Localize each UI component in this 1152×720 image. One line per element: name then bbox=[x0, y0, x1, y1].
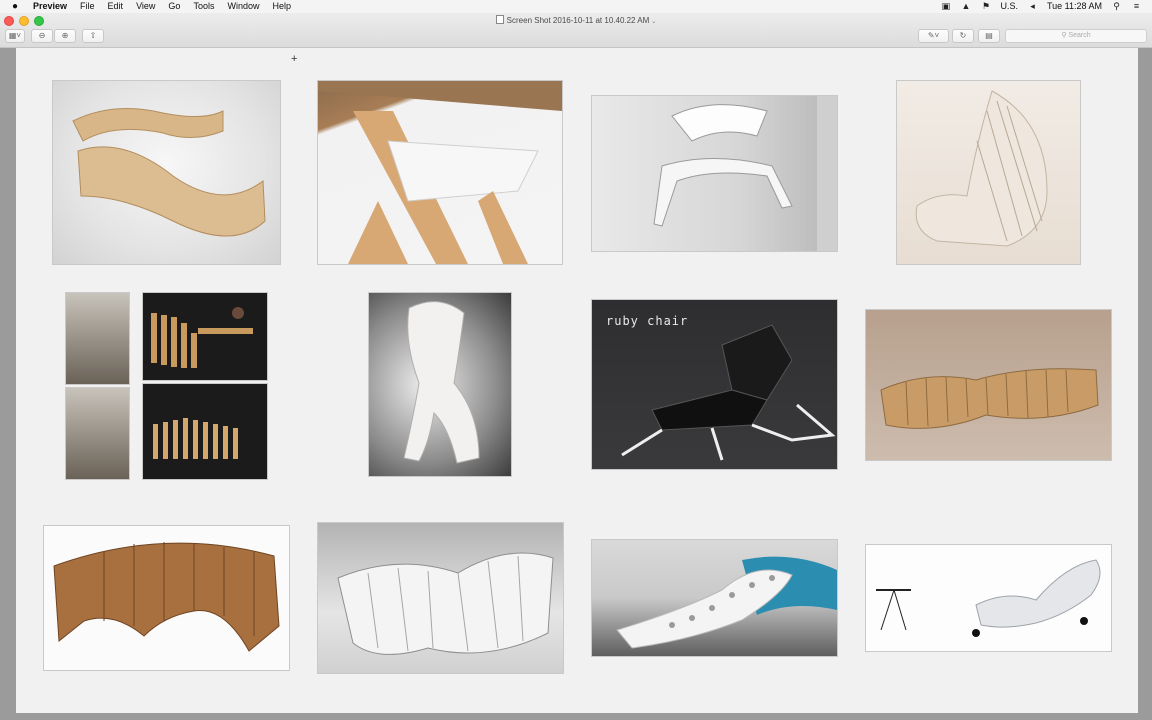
notification-center-icon[interactable]: ≡ bbox=[1131, 1, 1142, 12]
apple-menu-icon[interactable]: ● bbox=[10, 0, 20, 13]
image-bench-street-top[interactable] bbox=[65, 292, 130, 385]
image-wooden-layered-sofa[interactable] bbox=[43, 525, 290, 671]
image-white-lattice-chaise[interactable] bbox=[591, 539, 838, 657]
screen-mirroring-icon[interactable]: ▣ bbox=[940, 1, 951, 12]
white-sofa-drawing bbox=[337, 552, 554, 655]
sculptural-chair-drawing bbox=[403, 301, 480, 464]
white-chair-drawing bbox=[653, 96, 837, 251]
image-bench-unfolded[interactable] bbox=[142, 383, 268, 480]
markup-toolbar-button[interactable]: ▤ bbox=[978, 29, 1000, 43]
zoom-out-button[interactable]: ⊖ bbox=[31, 29, 53, 43]
input-source-label[interactable]: U.S. bbox=[1000, 0, 1018, 13]
bench-desk-drawing bbox=[151, 307, 253, 368]
share-button[interactable]: ⇧ bbox=[82, 29, 104, 43]
image-white-chair[interactable] bbox=[591, 95, 838, 252]
search-input[interactable]: ⚲ Search bbox=[1005, 29, 1147, 43]
image-white-layered-sofa[interactable] bbox=[317, 522, 564, 674]
zoom-out-icon: ⊖ bbox=[38, 31, 46, 40]
sidebar-toggle-button[interactable]: ▦˅ bbox=[5, 29, 25, 43]
document-scroll-area[interactable]: + ruby chair bbox=[0, 48, 1152, 720]
table-joint-drawing bbox=[318, 81, 562, 264]
lounge-chair-drawing bbox=[876, 559, 1101, 637]
desktop: ● Preview File Edit View Go Tools Window… bbox=[0, 0, 1152, 720]
lattice-chaise-drawing bbox=[616, 556, 837, 649]
markup-button[interactable]: ✎˅ bbox=[918, 29, 949, 43]
image-white-sculptural-chair[interactable] bbox=[368, 292, 512, 477]
wooden-sofa-drawing bbox=[53, 542, 280, 652]
sidebar-icon: ▦˅ bbox=[8, 31, 22, 40]
flag-icon[interactable]: ⚑ bbox=[980, 1, 991, 12]
bench-pair-drawing bbox=[72, 108, 266, 237]
menu-edit[interactable]: Edit bbox=[108, 0, 124, 13]
image-bench-street-bottom[interactable] bbox=[65, 387, 130, 480]
title-caret-icon[interactable]: ⌄ bbox=[651, 19, 656, 25]
rotate-icon: ↻ bbox=[959, 31, 967, 40]
clock[interactable]: Tue 11:28 AM bbox=[1047, 0, 1102, 13]
menu-bar: ● Preview File Edit View Go Tools Window… bbox=[0, 0, 1152, 14]
preview-window: Screen Shot 2016-10-11 at 10.40.22 AM ⌄ ▦… bbox=[0, 13, 1152, 720]
menu-go[interactable]: Go bbox=[168, 0, 180, 13]
notification-bell-icon[interactable]: ▲ bbox=[960, 1, 971, 12]
zoom-in-icon: ⊕ bbox=[61, 31, 69, 40]
image-wood-table-joint[interactable] bbox=[317, 80, 563, 265]
image-layered-rocking-chair[interactable] bbox=[896, 80, 1081, 265]
bench-unfolded-drawing bbox=[153, 418, 238, 459]
spotlight-search-icon[interactable]: ⚲ bbox=[1111, 1, 1122, 12]
menu-view[interactable]: View bbox=[136, 0, 155, 13]
menu-window[interactable]: Window bbox=[227, 0, 259, 13]
document-page: + ruby chair bbox=[16, 48, 1138, 713]
menu-bar-status: ▣ ▲ ⚑ U.S. ◂ Tue 11:28 AM ⚲ ≡ bbox=[940, 0, 1142, 13]
search-icon: ⚲ bbox=[1061, 32, 1067, 39]
menu-file[interactable]: File bbox=[80, 0, 95, 13]
window-title-text: Screen Shot 2016-10-11 at 10.40.22 AM bbox=[506, 16, 650, 25]
menu-help[interactable]: Help bbox=[272, 0, 291, 13]
rotate-button[interactable]: ↻ bbox=[952, 29, 974, 43]
layered-bench-drawing bbox=[880, 368, 1099, 429]
menu-tools[interactable]: Tools bbox=[193, 0, 214, 13]
share-icon: ⇧ bbox=[89, 31, 97, 40]
window-titlebar: Screen Shot 2016-10-11 at 10.40.22 AM ⌄ ▦… bbox=[0, 13, 1152, 48]
crosshair-cursor-icon: + bbox=[291, 53, 298, 65]
image-wooden-bench-pair[interactable] bbox=[52, 80, 281, 265]
image-ruby-chair[interactable]: ruby chair bbox=[591, 299, 838, 470]
ruby-chair-label: ruby chair bbox=[606, 314, 689, 328]
markup-pen-icon: ✎˅ bbox=[927, 31, 940, 40]
toolbox-icon: ▤ bbox=[985, 31, 993, 40]
image-wooden-layered-bench[interactable] bbox=[865, 309, 1112, 461]
menu-app-name[interactable]: Preview bbox=[33, 0, 67, 13]
menu-bar-left: ● Preview File Edit View Go Tools Window… bbox=[10, 0, 291, 13]
document-icon bbox=[495, 15, 504, 24]
volume-icon[interactable]: ◂ bbox=[1027, 1, 1038, 12]
window-title[interactable]: Screen Shot 2016-10-11 at 10.40.22 AM ⌄ bbox=[0, 15, 1152, 25]
image-white-lounge-chair[interactable] bbox=[865, 544, 1112, 652]
rocking-chair-drawing bbox=[915, 90, 1048, 247]
search-placeholder: Search bbox=[1068, 32, 1091, 39]
zoom-in-button[interactable]: ⊕ bbox=[54, 29, 76, 43]
image-bench-desk[interactable] bbox=[142, 292, 268, 381]
